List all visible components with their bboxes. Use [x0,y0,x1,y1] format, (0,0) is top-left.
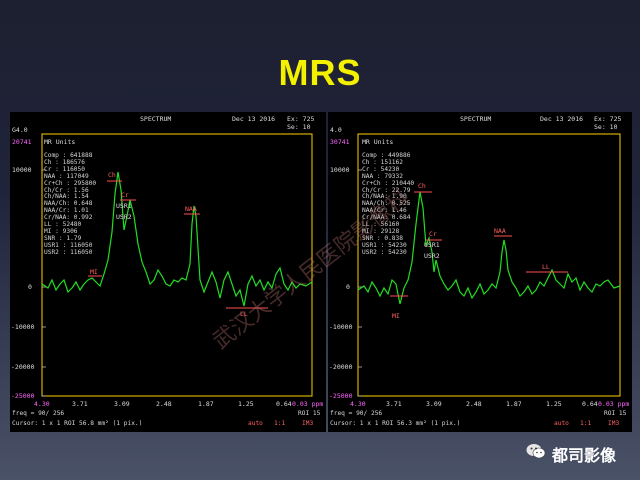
x-tick: 0.03 ppm [292,400,324,408]
wechat-icon [526,444,546,459]
y-tick: -10000 [329,323,353,331]
x-tick: 4.30 [350,400,366,408]
x-tick: 0.03 ppm [598,400,630,408]
y-tick: 10000 [12,166,32,174]
spectrum-plot-right [357,133,621,397]
zoom-ratio: 1:1 [274,420,286,427]
auto-label: auto [248,420,263,427]
peak-label-ll: LL [542,263,550,271]
peak-label-ch: Ch [108,171,116,179]
peak-label-mi: MI [392,312,400,320]
x-tick: 1.25 [238,400,254,408]
x-tick: 2.48 [156,400,172,408]
peak-label-usr2: USR2 [424,252,440,260]
x-tick: 1.87 [506,400,522,408]
peak-label-naa: NAA [185,205,197,213]
cursor-readout: Cursor: 1 x 1 ROI 56.3 mm² (1 pix.) [330,420,461,427]
peak-label-cr: Cr [121,191,129,199]
x-tick: 4.30 [34,400,50,408]
x-tick: 3.71 [72,400,88,408]
y-tick: -20000 [11,363,35,371]
image-label: IM3 [302,420,314,427]
spectrum-panel-right: SPECTRUM Dec 13 2016 Ex: 725 Se: 10 4.0 … [328,112,632,432]
x-tick: 2.48 [466,400,482,408]
auto-label: auto [554,420,569,427]
x-tick: 3.09 [426,400,442,408]
source-logo: 都司影像 [526,440,636,465]
x-tick: 0.64 [276,400,292,408]
x-tick: 3.09 [114,400,130,408]
zoom-ratio: 1:1 [580,420,592,427]
y-tick: -20000 [329,363,353,371]
peak-label-naa: NAA [494,227,506,235]
y-tick: -25000 [11,392,35,400]
peak-label-usr2: USR2 [116,213,132,221]
y-tick: -10000 [11,323,35,331]
peak-label-cr: Cr [429,230,437,238]
peak-label-ch: Ch [418,182,426,190]
y-tick: 0 [346,283,350,291]
roi-label: ROI 15 [298,410,321,417]
cursor-readout: Cursor: 1 x 1 ROI 56.8 mm² (1 pix.) [12,420,143,427]
image-label: IM3 [608,420,620,427]
y-tick: 0 [28,283,32,291]
peak-label-usr1: USR1 [116,202,132,210]
slide-title: MRS [278,52,362,93]
logo-text: 都司影像 [552,446,617,465]
x-tick: 3.71 [386,400,402,408]
y-tick: -25000 [329,392,353,400]
x-tick: 1.87 [198,400,214,408]
roi-label: ROI 15 [604,410,627,417]
y-tick: 10000 [330,166,350,174]
freq-readout: freq = 90/ 256 [330,410,383,417]
peak-label-usr1: USR1 [424,241,440,249]
x-tick: 1.25 [546,400,562,408]
x-tick: 0.64 [582,400,598,408]
peak-label-mi: MI [90,268,98,276]
freq-readout: freq = 90/ 256 [12,410,65,417]
